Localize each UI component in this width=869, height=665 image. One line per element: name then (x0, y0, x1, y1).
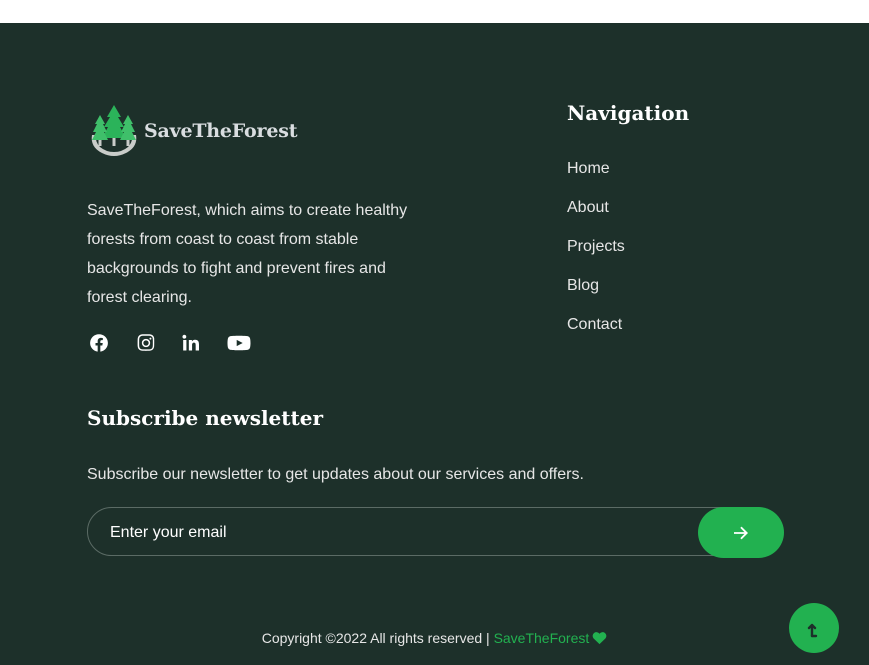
email-input[interactable] (108, 508, 692, 557)
nav-link-about[interactable]: About (567, 197, 625, 236)
nav-link-home[interactable]: Home (567, 158, 625, 197)
nav-link-blog[interactable]: Blog (567, 275, 625, 314)
copyright-text: Copyright ©2022 All rights reserved | (261, 630, 494, 646)
arrow-right-icon (734, 526, 748, 539)
newsletter-description: Subscribe our newsletter to get updates … (87, 466, 584, 483)
copyright-brand-link[interactable]: SaveTheForest (494, 630, 590, 646)
arrow-up-icon (807, 623, 818, 638)
nav-link-contact[interactable]: Contact (567, 314, 625, 353)
linkedin-icon[interactable] (179, 331, 203, 355)
navigation-list: Home About Projects Blog Contact (567, 158, 625, 353)
site-footer: SaveTheForest SaveTheForest, which aims … (0, 23, 869, 665)
scroll-to-top-button[interactable] (789, 603, 839, 653)
footer-description: SaveTheForest, which aims to create heal… (87, 202, 408, 306)
youtube-icon[interactable] (227, 331, 251, 355)
top-white-strip (0, 0, 869, 23)
navigation-heading: Navigation (567, 101, 690, 125)
facebook-icon[interactable] (87, 331, 111, 355)
social-links (87, 331, 251, 355)
tree-logo-icon (91, 105, 137, 156)
instagram-icon[interactable] (134, 331, 158, 355)
nav-link-projects[interactable]: Projects (567, 236, 625, 275)
newsletter-form (87, 507, 784, 558)
logo-text: SaveTheForest (144, 120, 298, 142)
newsletter-heading: Subscribe newsletter (87, 406, 324, 430)
copyright-line: Copyright ©2022 All rights reserved | Sa… (0, 630, 869, 648)
heart-icon (592, 631, 607, 648)
footer-logo[interactable]: SaveTheForest (86, 103, 297, 159)
subscribe-button[interactable] (698, 507, 784, 558)
